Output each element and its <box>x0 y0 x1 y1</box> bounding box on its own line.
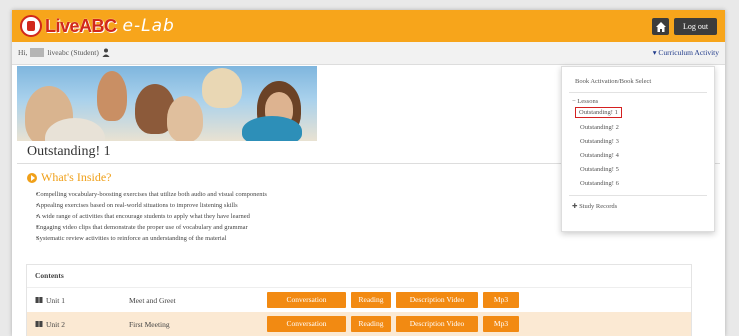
contents-table: Contents Unit 1 Meet and Greet Conversat… <box>26 264 692 336</box>
unit-label: Unit 2 <box>35 320 65 329</box>
logout-button[interactable]: Log out <box>674 18 717 35</box>
lessons-toggle[interactable]: − Lessons <box>572 98 598 105</box>
lesson-item[interactable]: Outstanding! 6 <box>580 180 619 187</box>
home-icon <box>655 21 666 32</box>
user-bar: Hi, liveabc (Student) ▾ Curriculum Activ… <box>12 42 725 65</box>
contents-heading: Contents <box>27 265 691 288</box>
lesson-item[interactable]: Outstanding! 3 <box>580 138 619 145</box>
feature-item: Compelling vocabulary-boosting exercises… <box>36 189 267 200</box>
arrow-circle-icon <box>27 172 37 183</box>
user-greeting: Hi, liveabc (Student) <box>18 48 110 57</box>
dropdown-divider <box>569 195 707 196</box>
mp3-button[interactable]: Mp3 <box>483 292 519 308</box>
top-bar: LiveABC e-Lab Log out <box>12 10 725 42</box>
conversation-button[interactable]: Conversation <box>267 292 346 308</box>
greeting-label: Hi, <box>18 48 28 57</box>
whats-inside-heading: What's Inside? <box>27 170 111 185</box>
study-records-toggle[interactable]: ✚ Study Records <box>572 202 617 210</box>
unit-number: Unit 2 <box>46 319 65 329</box>
unit-label: Unit 1 <box>35 296 65 305</box>
dropdown-divider <box>569 92 707 93</box>
unit-row: Unit 2 First Meeting Conversation Readin… <box>27 312 691 336</box>
mp3-button[interactable]: Mp3 <box>483 316 519 332</box>
lesson-item[interactable]: Outstanding! 2 <box>580 124 619 131</box>
unit-title: First Meeting <box>129 319 170 329</box>
conversation-button[interactable]: Conversation <box>267 316 346 332</box>
reading-button[interactable]: Reading <box>351 292 391 308</box>
curriculum-activity-dropdown: Book Activation/Book Select − Lessons Ou… <box>561 66 715 232</box>
feature-item: A wide range of activities that encourag… <box>36 211 267 222</box>
app-window: LiveABC e-Lab Log out Hi, liveabc (Stude… <box>12 10 725 336</box>
user-name: liveabc (Student) <box>47 48 99 57</box>
logo-text: LiveABC <box>45 15 117 36</box>
redacted-name <box>30 48 45 57</box>
lesson-item[interactable]: Outstanding! 5 <box>580 166 619 173</box>
unit-number: Unit 1 <box>46 295 65 305</box>
feature-item: Appealing exercises based on real-world … <box>36 200 267 211</box>
lesson-item-selected[interactable]: Outstanding! 1 <box>575 107 622 118</box>
book-icon <box>35 321 43 327</box>
feature-item: Engaging video clips that demonstrate th… <box>36 222 267 233</box>
unit-title: Meet and Greet <box>129 295 176 305</box>
feature-item: Systematic review activities to reinforc… <box>36 233 267 244</box>
whats-inside-label: What's Inside? <box>41 170 112 184</box>
reading-button[interactable]: Reading <box>351 316 391 332</box>
home-button[interactable] <box>652 18 669 35</box>
curriculum-activity-link[interactable]: ▾ Curriculum Activity <box>653 48 719 57</box>
book-icon <box>35 297 43 303</box>
liveabc-elab-logo[interactable]: LiveABC e-Lab <box>20 15 175 37</box>
book-title: Outstanding! 1 <box>27 144 111 159</box>
book-activation-link[interactable]: Book Activation/Book Select <box>575 78 651 85</box>
description-video-button[interactable]: Description Video <box>396 316 478 332</box>
lesson-item[interactable]: Outstanding! 4 <box>580 152 619 159</box>
logo-badge-icon <box>20 15 42 37</box>
unit-row: Unit 1 Meet and Greet Conversation Readi… <box>27 288 691 312</box>
book-banner-image <box>17 66 317 141</box>
logo-elab-text: e-Lab <box>122 16 175 36</box>
description-video-button[interactable]: Description Video <box>396 292 478 308</box>
user-icon <box>102 48 110 57</box>
features-list: Compelling vocabulary-boosting exercises… <box>27 189 267 244</box>
